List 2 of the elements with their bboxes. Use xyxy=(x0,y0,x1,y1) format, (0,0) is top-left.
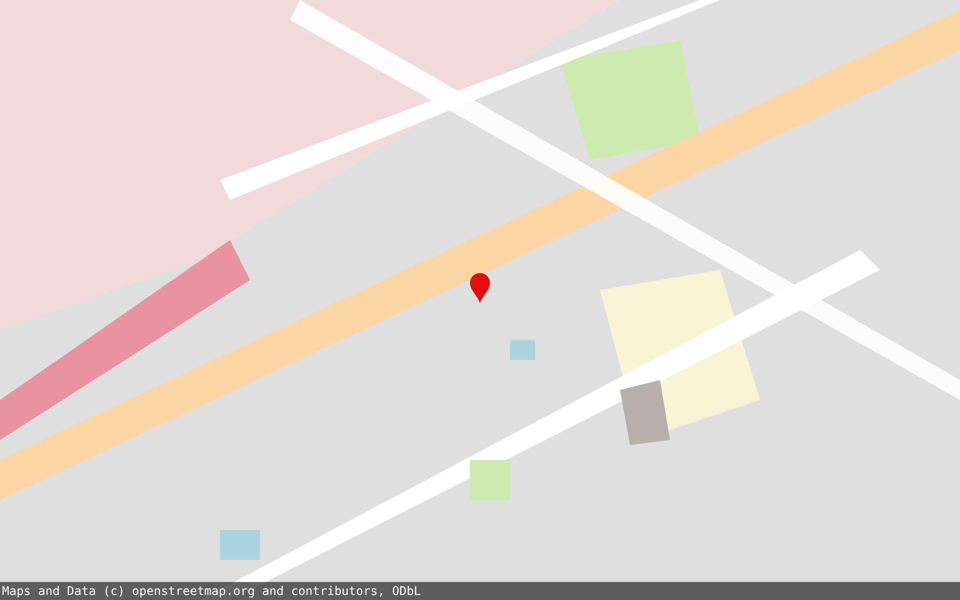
attribution-text: Maps and Data (c) openstreetmap.org and contributors, ODbL xyxy=(0,582,960,600)
map-marker-icon xyxy=(470,273,490,303)
